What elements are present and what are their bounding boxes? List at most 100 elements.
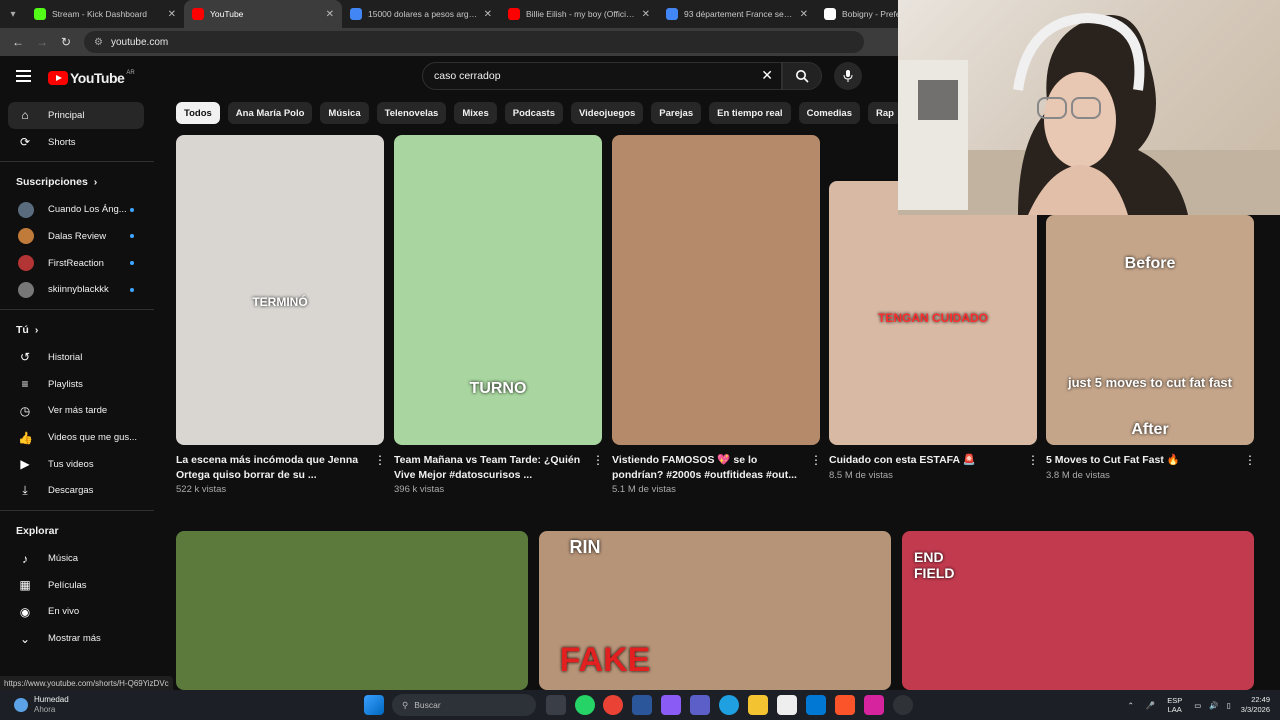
- sidebar-item[interactable]: ♪ Música: [0, 545, 158, 572]
- tray-mic-icon[interactable]: 🎤: [1146, 701, 1155, 710]
- forward-icon[interactable]: →: [30, 35, 54, 49]
- close-tab-icon[interactable]: ✕: [800, 9, 808, 20]
- close-tab-icon[interactable]: ✕: [642, 9, 650, 20]
- sidebar-item-label: Shorts: [48, 136, 76, 148]
- brave-icon[interactable]: [835, 695, 855, 715]
- sidebar-item[interactable]: ▶ Tus videos: [0, 451, 158, 478]
- short-thumbnail[interactable]: TERMINÓ: [176, 135, 384, 445]
- browser-tab[interactable]: Stream - Kick Dashboard ✕: [26, 0, 184, 28]
- sidebar-item[interactable]: 👍 Videos que me gus...: [0, 424, 158, 451]
- short-card[interactable]: TURNO Team Mañana vs Team Tarde: ¿Quién V…: [394, 135, 604, 495]
- word-icon[interactable]: [632, 695, 652, 715]
- filter-chip[interactable]: Telenovelas: [376, 102, 447, 124]
- sidebar-item[interactable]: ⤓ Descargas: [0, 478, 158, 505]
- filter-chip[interactable]: Comedias: [798, 102, 860, 124]
- file-explorer-icon[interactable]: [748, 695, 768, 715]
- divider: [0, 510, 154, 512]
- tab-title: YouTube: [210, 9, 244, 19]
- video-thumbnail[interactable]: [176, 531, 528, 690]
- task-view-icon[interactable]: [546, 695, 566, 715]
- sidebar-item[interactable]: ≡ Playlists: [0, 371, 158, 398]
- browser-tab[interactable]: 15000 dolares a pesos argentin ✕: [342, 0, 500, 28]
- sidebar-item[interactable]: ▦ Películas: [0, 572, 158, 599]
- sidebar-item[interactable]: ⟳ Shorts: [0, 129, 158, 156]
- whatsapp-icon[interactable]: [575, 695, 595, 715]
- short-title[interactable]: Vistiendo FAMOSOS 💖 se lo pondrían? #200…: [612, 453, 804, 482]
- sidebar-item[interactable]: ↺ Historial: [0, 344, 158, 371]
- edge-icon[interactable]: [719, 695, 739, 715]
- short-card[interactable]: TERMINÓ La escena más incómoda que Jenna …: [176, 135, 386, 495]
- back-icon[interactable]: ←: [6, 35, 30, 49]
- close-tab-icon[interactable]: ✕: [326, 9, 334, 20]
- teams-icon[interactable]: [690, 695, 710, 715]
- site-info-icon[interactable]: ⚙: [94, 37, 103, 48]
- outlook-icon[interactable]: [806, 695, 826, 715]
- language-indicator[interactable]: ESP LAA: [1167, 696, 1182, 714]
- filter-chip[interactable]: Música: [320, 102, 369, 124]
- filter-chip[interactable]: Rap: [867, 102, 900, 124]
- close-tab-icon[interactable]: ✕: [484, 9, 492, 20]
- chrome-icon[interactable]: [603, 695, 623, 715]
- tray-chevron-icon[interactable]: ⌃: [1128, 701, 1134, 710]
- voice-search-button[interactable]: [834, 62, 862, 90]
- short-thumbnail[interactable]: [612, 135, 820, 445]
- instagram-icon[interactable]: [864, 695, 884, 715]
- filter-chip[interactable]: Parejas: [651, 102, 702, 124]
- search-input[interactable]: caso cerradop ✕: [422, 62, 782, 90]
- filter-chip[interactable]: En tiempo real: [709, 102, 791, 124]
- taskbar-search[interactable]: ⚲ Buscar: [392, 694, 536, 716]
- weather-widget[interactable]: Humedad Ahora: [14, 695, 69, 715]
- clock[interactable]: 22:49 3/3/2026: [1241, 695, 1270, 715]
- close-tab-icon[interactable]: ✕: [168, 9, 176, 20]
- short-title[interactable]: Team Mañana vs Team Tarde: ¿Quién Vive M…: [394, 453, 586, 482]
- short-title[interactable]: Cuidado con esta ESTAFA 🚨: [829, 453, 1021, 468]
- short-thumbnail[interactable]: TURNO: [394, 135, 602, 445]
- menu-icon[interactable]: [16, 70, 31, 85]
- search-button[interactable]: [782, 62, 822, 90]
- short-title[interactable]: La escena más incómoda que Jenna Ortega …: [176, 453, 368, 482]
- you-heading[interactable]: Tú ›: [0, 316, 158, 344]
- network-icon[interactable]: ▭: [1194, 701, 1201, 710]
- filter-chip[interactable]: Todos: [176, 102, 220, 124]
- filter-chip[interactable]: Ana María Polo: [227, 102, 313, 124]
- app-icon[interactable]: [893, 695, 913, 715]
- filter-chip[interactable]: Podcasts: [504, 102, 563, 124]
- more-options-icon[interactable]: ⋮: [374, 453, 386, 495]
- filter-chip[interactable]: Videojuegos: [570, 102, 644, 124]
- playlist-icon: ≡: [21, 377, 29, 392]
- youtube-logo[interactable]: YouTube AR: [48, 70, 135, 86]
- short-thumbnail[interactable]: TENGAN CUIDADO: [829, 181, 1037, 445]
- sidebar-item[interactable]: ◷ Ver más tarde: [0, 398, 158, 425]
- video-thumbnail[interactable]: RIN FAKE: [539, 531, 891, 690]
- photos-icon[interactable]: [661, 695, 681, 715]
- sidebar-item-label: Videos que me gus...: [48, 432, 138, 444]
- volume-icon[interactable]: 🔊: [1209, 701, 1218, 710]
- filter-chip[interactable]: Mixes: [454, 102, 497, 124]
- more-options-icon[interactable]: ⋮: [1027, 453, 1039, 481]
- sidebar-item[interactable]: ⌄ Mostrar más: [0, 625, 158, 652]
- subscription-item[interactable]: FirstReaction: [0, 250, 158, 277]
- more-options-icon[interactable]: ⋮: [592, 453, 604, 495]
- sidebar-item[interactable]: ◉ En vivo: [0, 599, 158, 626]
- store-icon[interactable]: [777, 695, 797, 715]
- browser-tab[interactable]: 93 département France seine s ✕: [658, 0, 816, 28]
- browser-tab[interactable]: Billie Eilish - my boy (Official Au ✕: [500, 0, 658, 28]
- subscription-item[interactable]: Cuando Los Áng...: [0, 196, 158, 223]
- clear-search-icon[interactable]: ✕: [761, 67, 773, 84]
- more-options-icon[interactable]: ⋮: [810, 453, 822, 495]
- short-card[interactable]: Vistiendo FAMOSOS 💖 se lo pondrían? #200…: [612, 135, 822, 495]
- subscription-item[interactable]: Dalas Review: [0, 223, 158, 250]
- sidebar-item[interactable]: ⌂ Principal: [8, 102, 144, 129]
- short-thumbnail[interactable]: Before just 5 moves to cut fat fast After: [1046, 215, 1254, 445]
- address-field[interactable]: ⚙ youtube.com: [84, 31, 864, 53]
- video-thumbnail[interactable]: END FIELD: [902, 531, 1254, 690]
- more-options-icon[interactable]: ⋮: [1244, 453, 1256, 481]
- battery-icon[interactable]: ▯: [1227, 701, 1231, 710]
- browser-tab[interactable]: YouTube ✕: [184, 0, 342, 28]
- tab-search-icon[interactable]: ▾: [0, 0, 26, 28]
- subscriptions-heading[interactable]: Suscripciones ›: [0, 168, 158, 196]
- short-title[interactable]: 5 Moves to Cut Fat Fast 🔥: [1046, 453, 1238, 468]
- windows-start-icon[interactable]: [364, 695, 384, 715]
- subscription-item[interactable]: skiinnyblackkk: [0, 276, 158, 303]
- reload-icon[interactable]: ↻: [54, 35, 78, 49]
